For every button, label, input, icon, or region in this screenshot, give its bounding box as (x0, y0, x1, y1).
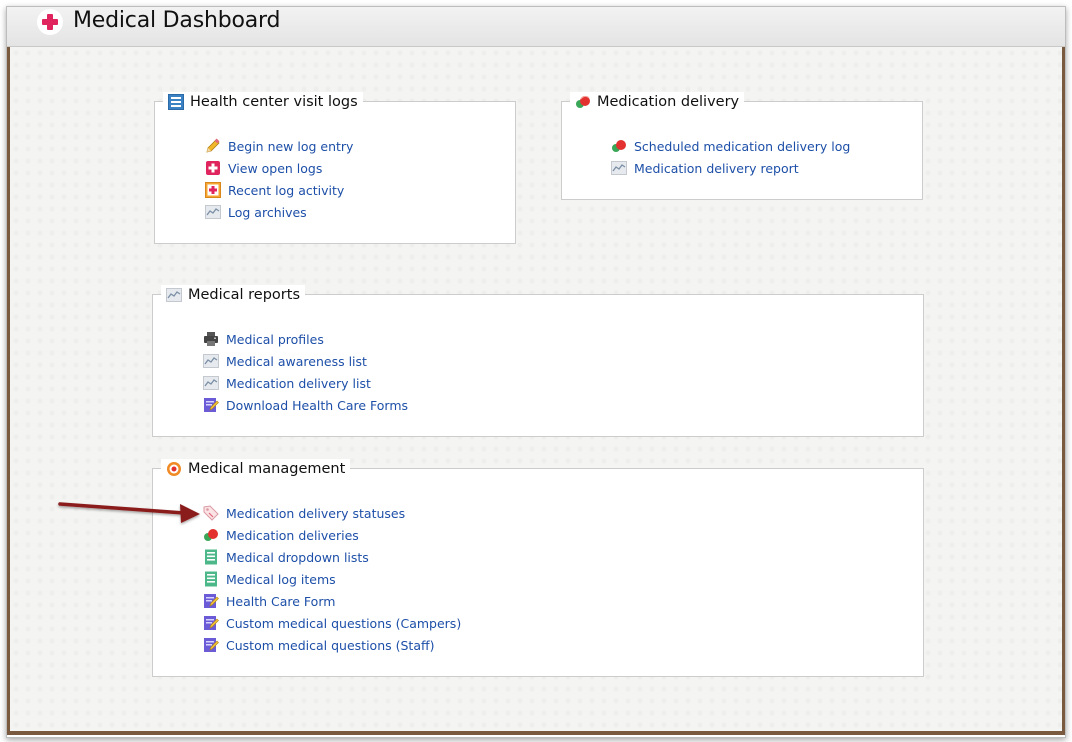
link-medical-dropdown-lists[interactable]: Medical dropdown lists (203, 546, 461, 568)
gear-icon (166, 461, 182, 477)
dashboard-content: Health center visit logs Begin new log e… (7, 47, 1065, 735)
link-label[interactable]: View open logs (228, 161, 322, 176)
link-scheduled-medication-delivery-log[interactable]: Scheduled medication delivery log (611, 135, 850, 157)
link-recent-log-activity[interactable]: Recent log activity (205, 179, 353, 201)
header-bar: Medical Dashboard (7, 7, 1065, 47)
panel-medical-management: Medical management Medication delivery s… (152, 459, 924, 677)
link-label[interactable]: Medication deliveries (226, 528, 359, 543)
printer-icon (203, 331, 219, 347)
window-frame: Medical Dashboard Health center visit lo… (6, 6, 1066, 738)
link-begin-new-log-entry[interactable]: Begin new log entry (205, 135, 353, 157)
link-custom-medical-questions-campers[interactable]: Custom medical questions (Campers) (203, 612, 461, 634)
form-edit-icon (203, 593, 219, 609)
link-label[interactable]: Medical log items (226, 572, 336, 587)
link-label[interactable]: Medical profiles (226, 332, 324, 347)
chart-icon (203, 353, 219, 369)
chart-icon (203, 375, 219, 391)
panel-title: Medical management (188, 461, 346, 477)
panel-legend: Medical reports (161, 285, 305, 305)
pencil-icon (205, 138, 221, 154)
link-health-care-form[interactable]: Health Care Form (203, 590, 461, 612)
list-icon (203, 549, 219, 565)
panel-medication-delivery: Medication delivery Scheduled medication… (561, 92, 923, 200)
link-label[interactable]: Medical dropdown lists (226, 550, 369, 565)
pills-icon (203, 527, 219, 543)
link-medical-awareness-list[interactable]: Medical awareness list (203, 350, 408, 372)
link-label[interactable]: Health Care Form (226, 594, 335, 609)
chart-icon (611, 160, 627, 176)
link-medical-profiles[interactable]: Medical profiles (203, 328, 408, 350)
chart-icon (166, 287, 182, 303)
pills-icon (575, 94, 591, 110)
form-edit-icon (203, 637, 219, 653)
link-label[interactable]: Medication delivery list (226, 376, 371, 391)
link-medical-log-items[interactable]: Medical log items (203, 568, 461, 590)
arrow-icon (58, 502, 200, 523)
list-icon (203, 571, 219, 587)
panel-title: Medical reports (188, 287, 300, 303)
list-icon (168, 94, 184, 110)
form-edit-icon (203, 397, 219, 413)
link-custom-medical-questions-staff[interactable]: Custom medical questions (Staff) (203, 634, 461, 656)
link-medication-delivery-list[interactable]: Medication delivery list (203, 372, 408, 394)
panel-legend: Medication delivery (570, 92, 745, 112)
chart-icon (205, 204, 221, 220)
first-aid-icon (205, 182, 221, 198)
link-label[interactable]: Medication delivery statuses (226, 506, 405, 521)
pills-icon (611, 138, 627, 154)
panel-legend: Health center visit logs (163, 92, 363, 112)
link-label[interactable]: Custom medical questions (Campers) (226, 616, 461, 631)
panel-legend: Medical management (161, 459, 351, 479)
link-label[interactable]: Scheduled medication delivery log (634, 139, 850, 154)
form-edit-icon (203, 615, 219, 631)
link-medication-delivery-statuses[interactable]: Medication delivery statuses (203, 502, 461, 524)
link-label[interactable]: Download Health Care Forms (226, 398, 408, 413)
link-label[interactable]: Log archives (228, 205, 307, 220)
medical-cross-icon (205, 160, 221, 176)
link-log-archives[interactable]: Log archives (205, 201, 353, 223)
page-title: Medical Dashboard (73, 8, 281, 33)
panel-title: Medication delivery (597, 94, 740, 110)
panel-medical-reports: Medical reports Medical profiles Medical… (152, 285, 924, 437)
link-download-health-care-forms[interactable]: Download Health Care Forms (203, 394, 408, 416)
link-medication-deliveries[interactable]: Medication deliveries (203, 524, 461, 546)
panel-health-center-visit-logs: Health center visit logs Begin new log e… (154, 92, 516, 244)
panel-title: Health center visit logs (190, 94, 358, 110)
link-label[interactable]: Begin new log entry (228, 139, 353, 154)
medical-cross-icon (37, 9, 63, 35)
link-label[interactable]: Medication delivery report (634, 161, 799, 176)
link-view-open-logs[interactable]: View open logs (205, 157, 353, 179)
link-label[interactable]: Custom medical questions (Staff) (226, 638, 434, 653)
link-medication-delivery-report[interactable]: Medication delivery report (611, 157, 850, 179)
link-label[interactable]: Medical awareness list (226, 354, 367, 369)
link-label[interactable]: Recent log activity (228, 183, 344, 198)
